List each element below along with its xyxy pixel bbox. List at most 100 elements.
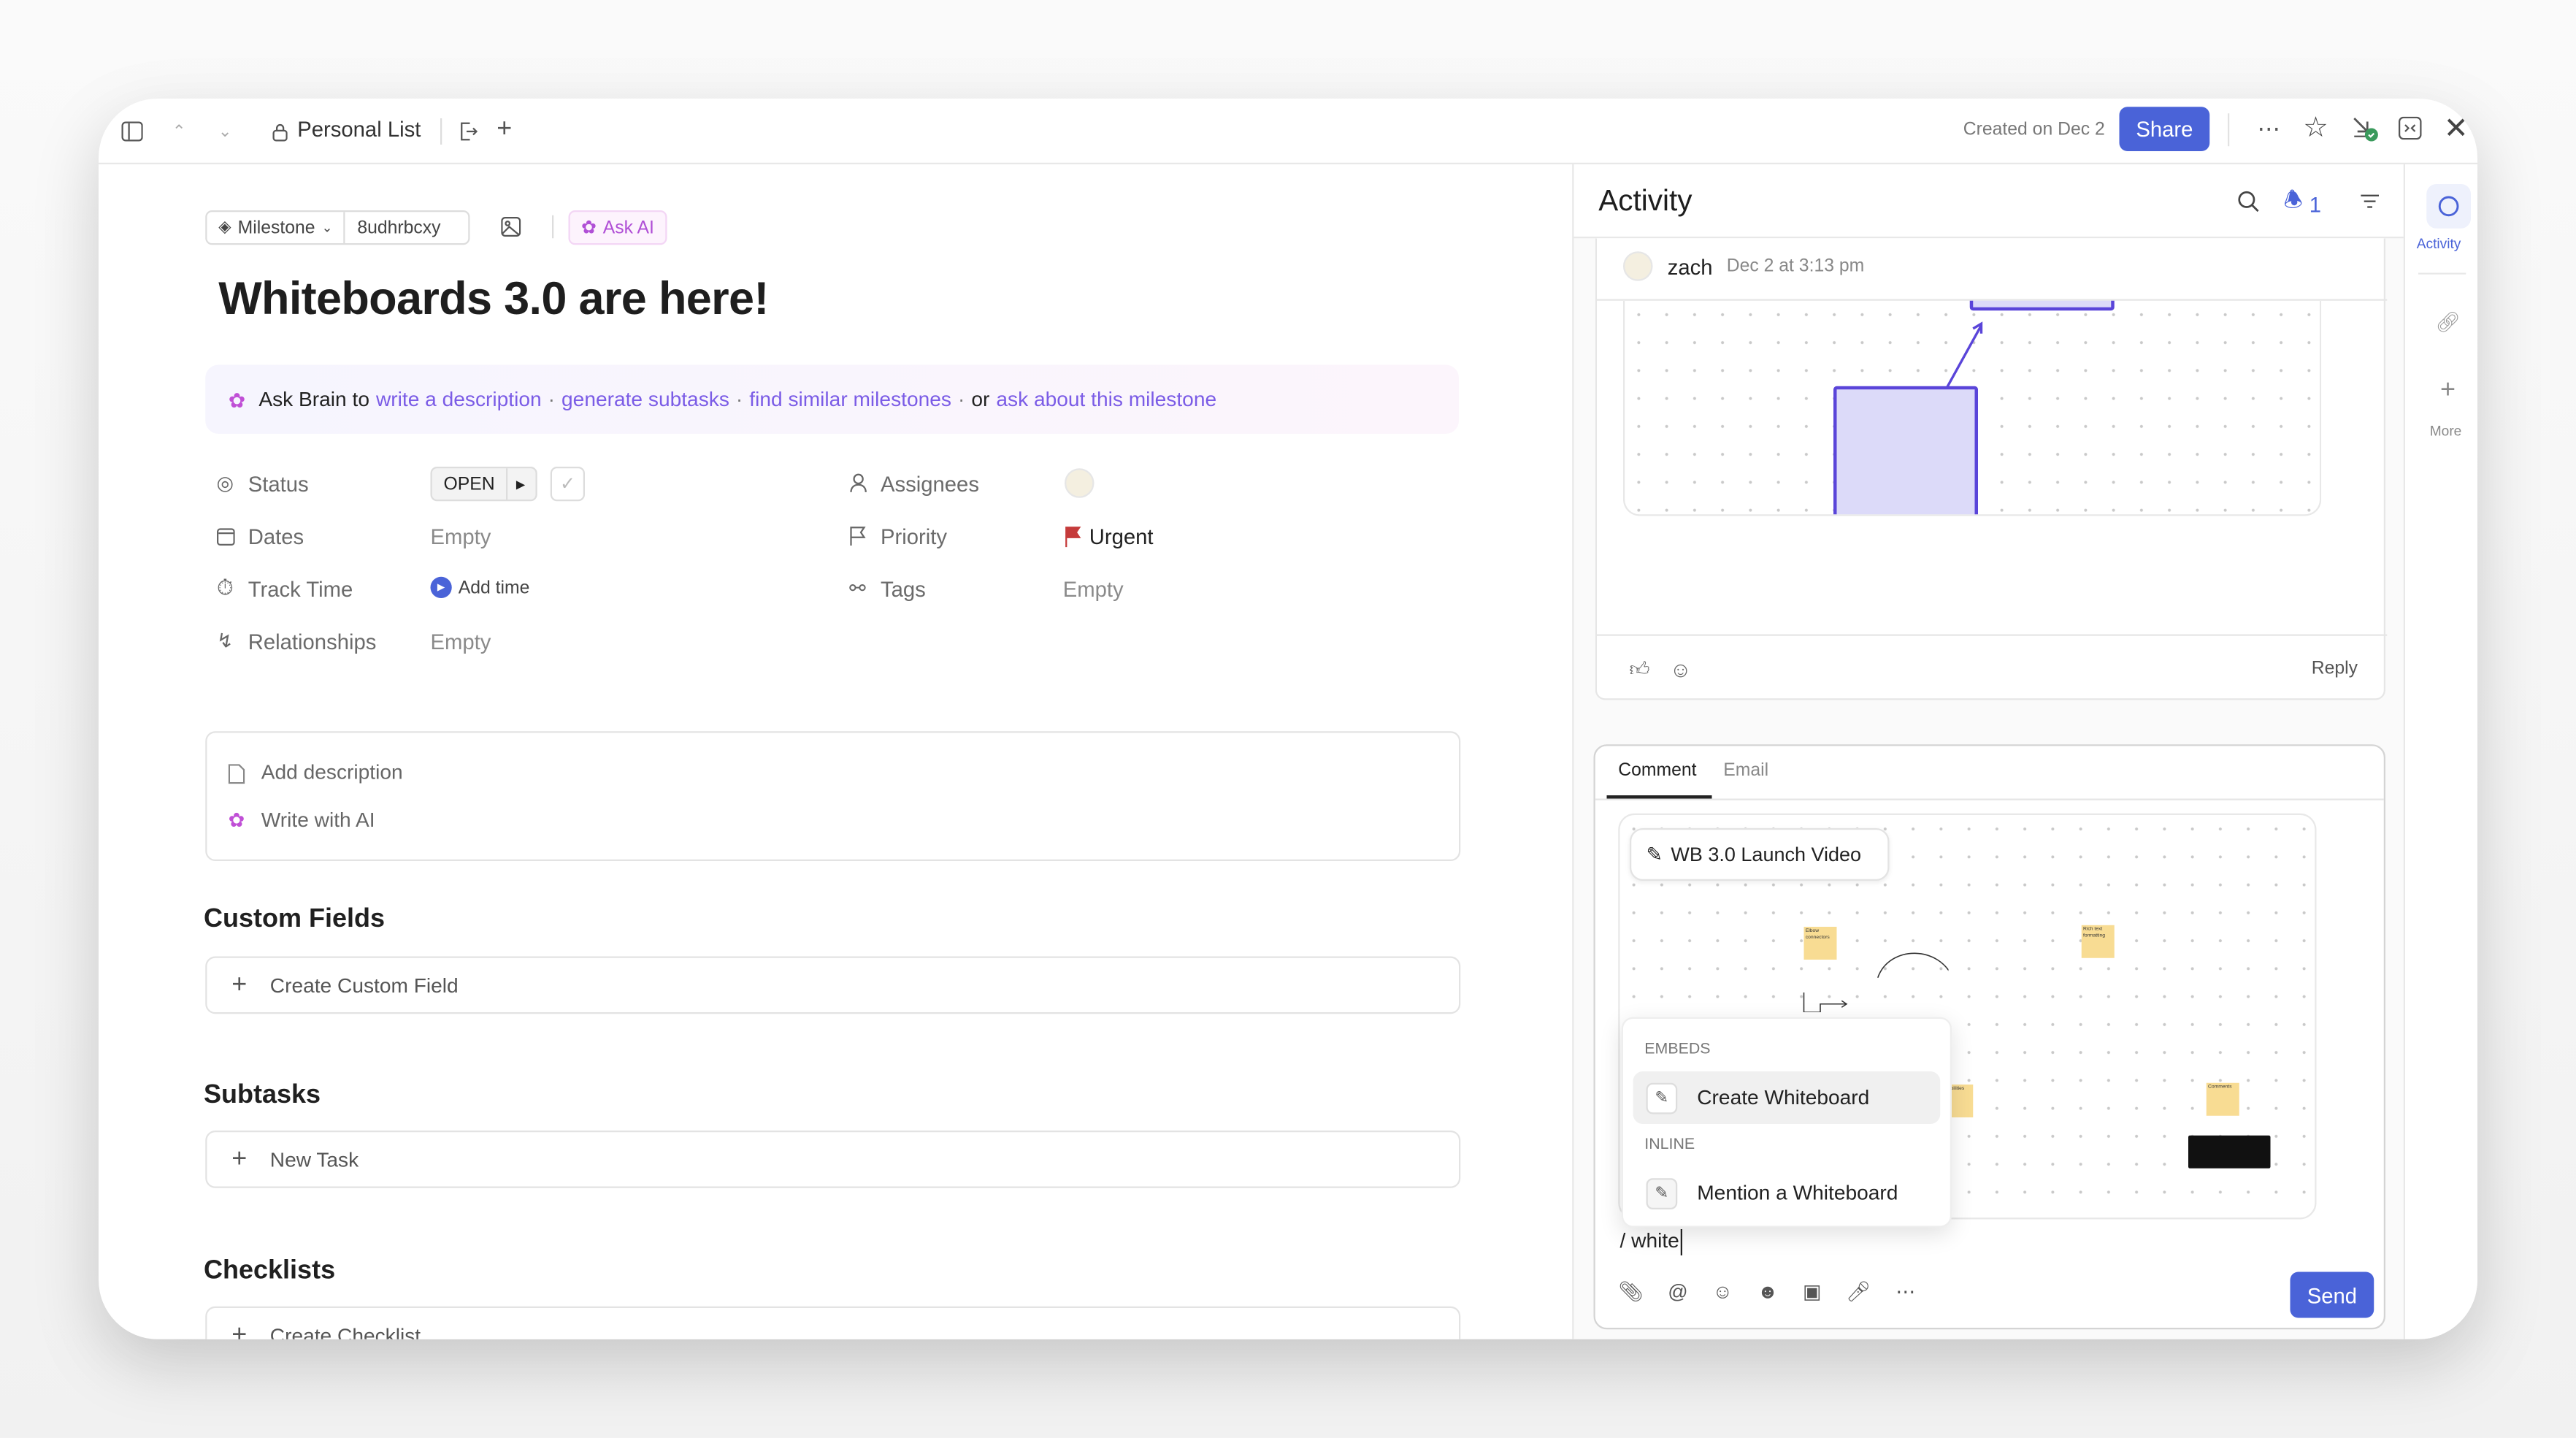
milestone-icon: ◈ [218,218,231,237]
ai-brain-icon: ✿ [581,218,597,239]
ai-brain-icon: ✿ [228,808,245,832]
menu-item-create-whiteboard[interactable]: ✎ Create Whiteboard [1633,1071,1941,1124]
tab-email[interactable]: Email [1723,761,1768,781]
add-icon[interactable]: + [493,115,516,143]
add-description[interactable]: Add description [261,761,403,784]
link-icon[interactable]: 🔗︎ [2435,309,2461,335]
description-box[interactable]: Add description ✿ Write with AI [205,731,1461,861]
whiteboard-icon: ✎ [1646,843,1663,866]
sticky-note: Comments [2206,1082,2239,1116]
priority-value[interactable]: Urgent [1065,524,1154,549]
attachment-icon[interactable]: 📎︎ [1618,1280,1643,1304]
create-custom-field-label: Create Custom Field [269,974,459,997]
expand-icon[interactable] [2397,113,2423,143]
create-custom-field-button[interactable]: + Create Custom Field [205,956,1461,1014]
star-icon[interactable]: ☆ [2301,112,2329,143]
milestone-dropdown[interactable]: ◈ Milestone ⌄ [207,212,346,243]
menu-section-inline: INLINE [1644,1135,1695,1154]
menu-section-embeds: EMBEDS [1644,1040,1711,1058]
screen: ⌃ ⌄ Personal List + Created on Dec 2 Sha… [0,0,2576,1438]
assign-icon[interactable]: ☺ [1712,1280,1733,1304]
play-icon: ▶ [430,576,452,598]
emoji-icon[interactable]: ☻ [1757,1280,1778,1304]
add-reaction-icon[interactable]: ☺ [1668,656,1694,682]
ai-brain-icon: ✿ [228,389,246,412]
notification-count: 1 [2309,191,2321,216]
thumbs-up-icon[interactable]: 👍︎ [1627,656,1653,682]
add-time-label: Add time [458,577,530,597]
chevron-down-icon[interactable]: ⌄ [214,118,237,145]
tags-value[interactable]: Empty [1063,577,1124,602]
status-dropdown[interactable]: OPEN ▶ [430,467,537,502]
task-id[interactable]: 8udhrbcxy [346,212,453,243]
menu-item-label: Create Whiteboard [1697,1086,1870,1109]
breadcrumb-list[interactable]: Personal List [297,117,421,142]
relationships-value[interactable]: Empty [431,630,491,654]
comment-time: Dec 2 at 3:13 pm [1726,256,1865,276]
status-label: Status [248,471,309,497]
share-button[interactable]: Share [2119,107,2210,151]
filter-icon[interactable] [2356,188,2383,214]
activity-header: Activity 🕭 1 [1573,164,2405,239]
priority-text: Urgent [1089,524,1154,549]
divider [440,118,442,145]
screenshot-thumbnail [2188,1135,2271,1169]
divider [2228,113,2230,147]
menu-item-mention-whiteboard[interactable]: ✎ Mention a Whiteboard [1633,1167,1941,1220]
composer-toolbar: 📎︎ @ ☺ ☻ ▣ 🎤︎ ⋯ [1618,1280,1915,1304]
next-status-icon[interactable]: ▶ [508,468,534,500]
generate-subtasks-link[interactable]: generate subtasks [561,388,729,411]
find-similar-link[interactable]: find similar milestones [749,388,951,411]
cover-image-icon[interactable] [498,214,524,240]
whiteboard-title-chip[interactable]: ✎ WB 3.0 Launch Video [1630,828,1890,881]
separator: · [735,388,743,411]
ask-ai-button[interactable]: ✿ Ask AI [568,210,667,245]
task-window: ⌃ ⌄ Personal List + Created on Dec 2 Sha… [99,99,2477,1339]
ask-about-link[interactable]: ask about this milestone [996,388,1216,411]
move-icon[interactable] [457,118,480,145]
tab-comment[interactable]: Comment [1618,761,1696,781]
complete-checkbox[interactable]: ✓ [550,467,585,502]
dates-value[interactable]: Empty [431,524,491,549]
whiteboard-title: WB 3.0 Launch Video [1671,843,1862,866]
activity-rail-button[interactable] [2426,184,2471,229]
right-rail: Activity 🔗︎ + More [2403,164,2477,1339]
add-time-button[interactable]: ▶ Add time [430,576,530,598]
mention-icon[interactable]: @ [1668,1280,1687,1304]
divider [552,215,554,239]
relationships-icon: ↯ [216,629,234,653]
plus-icon[interactable]: + [2435,376,2461,404]
flag-icon [846,524,870,548]
whiteboard-preview[interactable] [1623,300,2322,516]
subtasks-heading: Subtasks [204,1081,321,1109]
more-icon[interactable]: ⋯ [2254,114,2284,142]
more-icon[interactable]: ⋯ [1895,1280,1915,1304]
search-icon[interactable] [2234,188,2261,214]
video-icon[interactable]: ▣ [1803,1280,1822,1304]
assignee-avatar[interactable] [1065,468,1095,498]
task-title[interactable]: Whiteboards 3.0 are here! [218,273,769,326]
separator: · [548,388,556,411]
notifications-button[interactable]: 🕭 1 [2284,186,2321,222]
comment-author[interactable]: zach [1668,255,1713,280]
chevron-up-icon[interactable]: ⌃ [168,118,191,145]
write-description-link[interactable]: write a description [376,388,542,411]
top-bar: ⌃ ⌄ Personal List + Created on Dec 2 Sha… [99,99,2477,164]
reply-button[interactable]: Reply [2312,659,2358,678]
more-rail-label[interactable]: More [2430,422,2462,439]
create-checklist-button[interactable]: + Create Checklist [205,1306,1461,1339]
close-icon[interactable]: ✕ [2443,111,2469,144]
stopwatch-icon: ⏱ [216,575,234,600]
plus-icon: + [231,970,248,998]
sidebar-toggle-icon[interactable] [118,118,145,145]
send-button[interactable]: Send [2290,1271,2374,1318]
microphone-icon[interactable]: 🎤︎ [1846,1280,1871,1304]
write-with-ai[interactable]: Write with AI [261,808,375,832]
bell-icon: 🕭 [2283,187,2303,213]
divider [1597,634,2388,636]
urgent-flag-icon [1065,527,1081,548]
or-text: or [971,388,990,411]
new-task-button[interactable]: + New Task [205,1131,1461,1188]
minimize-icon[interactable] [2350,113,2380,143]
comment-input[interactable]: / white [1620,1229,1683,1255]
